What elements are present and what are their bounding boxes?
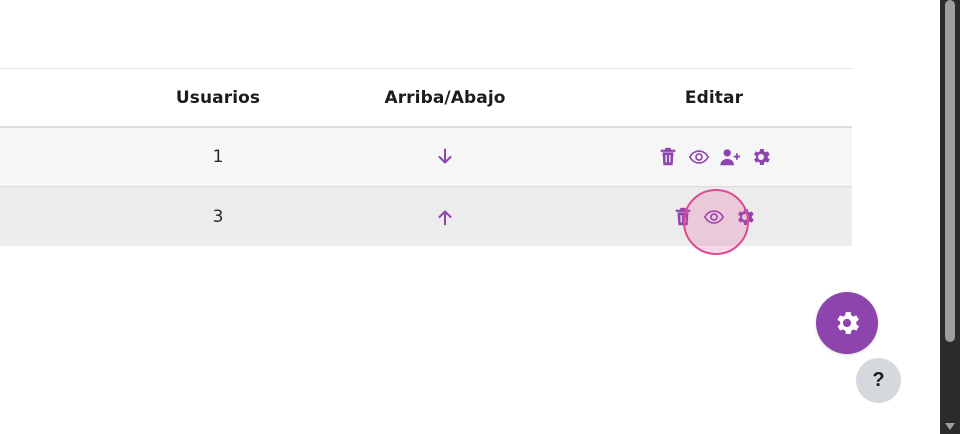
table-header-row: Usuarios Arriba/Abajo Editar bbox=[0, 68, 852, 128]
column-header-edit: Editar bbox=[684, 87, 744, 108]
users-count: 1 bbox=[212, 147, 224, 167]
user-plus-icon[interactable] bbox=[719, 146, 741, 168]
table-row: 3 bbox=[0, 187, 852, 246]
vertical-scrollbar[interactable] bbox=[940, 0, 960, 434]
gear-icon bbox=[832, 308, 862, 338]
trash-icon[interactable] bbox=[657, 146, 679, 168]
eye-icon[interactable] bbox=[688, 146, 710, 168]
help-button[interactable]: ? bbox=[856, 358, 901, 403]
scrollbar-thumb[interactable] bbox=[945, 0, 955, 342]
gear-icon[interactable] bbox=[750, 146, 772, 168]
gear-icon[interactable] bbox=[734, 206, 756, 228]
trash-icon[interactable] bbox=[672, 206, 694, 228]
row-actions bbox=[672, 206, 756, 228]
table-row: 1 bbox=[0, 128, 852, 187]
column-header-updown: Arriba/Abajo bbox=[384, 87, 506, 108]
arrow-up-icon bbox=[434, 206, 456, 228]
eye-icon[interactable] bbox=[703, 206, 725, 228]
arrow-down-icon bbox=[434, 146, 456, 168]
scroll-down-arrow-icon[interactable] bbox=[945, 423, 955, 430]
row-actions bbox=[657, 146, 772, 168]
users-count: 3 bbox=[212, 206, 224, 227]
data-table: Usuarios Arriba/Abajo Editar 1 3 bbox=[0, 68, 852, 246]
move-down-button[interactable] bbox=[345, 128, 545, 186]
column-header-users: Usuarios bbox=[175, 87, 261, 108]
move-up-button[interactable] bbox=[345, 187, 545, 246]
settings-fab-button[interactable] bbox=[816, 292, 878, 354]
